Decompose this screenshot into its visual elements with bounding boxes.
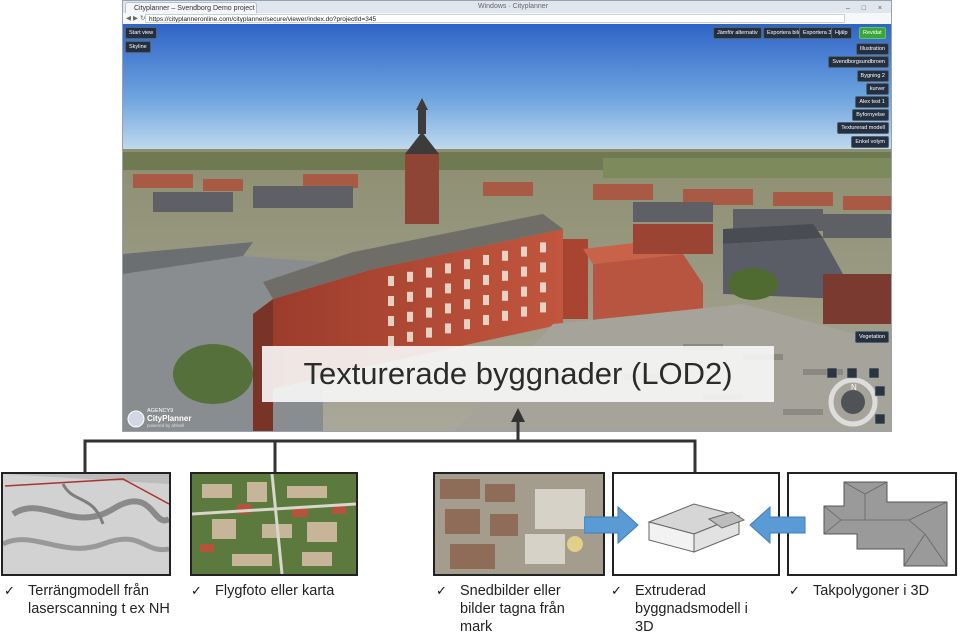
building-window — [464, 259, 470, 270]
checkmark-icon: ✓ — [789, 583, 800, 598]
building-window — [483, 255, 489, 265]
building-window — [426, 267, 432, 278]
building-window — [426, 327, 432, 338]
building-window — [521, 266, 527, 277]
help-button[interactable]: Hjälp — [831, 27, 852, 39]
caption-roof: ✓ Takpolygoner i 3D — [789, 583, 930, 599]
building-window — [407, 331, 413, 342]
building-window — [426, 307, 432, 318]
building-window — [540, 242, 546, 253]
building-window — [521, 306, 527, 317]
window-watermark: Windows · Cityplanner — [478, 3, 549, 10]
title-bar: Cityplanner – Svendborg Demo project - G… — [123, 1, 891, 13]
building-window — [388, 316, 394, 326]
building-window — [445, 263, 451, 274]
right-arrow-icon — [584, 505, 639, 545]
logo-product: CityPlanner — [147, 414, 192, 423]
aerial-photo-thumbnail — [190, 472, 358, 576]
checkmark-icon: ✓ — [611, 583, 622, 598]
building-window — [445, 303, 451, 314]
logo-sub: powered by ahlsell — [147, 423, 185, 428]
building-window — [483, 295, 489, 305]
building-window — [502, 290, 508, 301]
caption-aerial: ✓ Flygfoto eller karta — [191, 583, 335, 599]
svg-text:N: N — [851, 383, 857, 392]
roof-polygons-thumbnail — [787, 472, 957, 576]
layer-alex-test[interactable]: Alex test 1 — [855, 96, 889, 108]
vegetation-button[interactable]: Vegetation — [855, 331, 889, 343]
building-window — [521, 246, 527, 257]
building-window — [540, 262, 546, 273]
caption-box: Texturerade byggnader (LOD2) — [262, 346, 774, 402]
building-window — [388, 276, 394, 286]
building-window — [502, 270, 508, 281]
building-window — [426, 287, 432, 298]
caption-extruded: ✓ Extruderad byggnadsmodell i 3D — [611, 583, 748, 635]
building-window — [407, 291, 413, 302]
building-window — [445, 323, 451, 334]
caption-oblique: ✓ Snedbilder eller bilder tagna från mar… — [436, 583, 565, 635]
building-window — [502, 310, 508, 321]
agency9-logo: AGENCY9 CityPlanner powered by ahlsell — [127, 407, 197, 431]
oblique-photo-thumbnail — [433, 472, 605, 576]
browser-tab[interactable]: Cityplanner – Svendborg Demo project - G… — [125, 2, 257, 13]
building-window — [445, 283, 451, 294]
compare-alternatives-button[interactable]: Jämför alternativ — [713, 27, 762, 39]
layer-enkel-volym[interactable]: Enkel volym — [851, 136, 889, 148]
terrain-thumbnail — [1, 472, 171, 576]
building-window — [464, 319, 470, 330]
layer-kurver[interactable]: kurver — [865, 83, 889, 95]
revision-button[interactable]: Revidat — [859, 27, 886, 39]
layer-illustration[interactable]: Illustration — [855, 43, 889, 55]
checkmark-icon: ✓ — [436, 583, 447, 598]
building-window — [521, 286, 527, 297]
checkmark-icon: ✓ — [4, 583, 15, 598]
building-window — [464, 279, 470, 290]
layer-bygning-2[interactable]: Bygning 2 — [856, 70, 889, 82]
skyline-button[interactable]: Skyline — [125, 41, 151, 53]
caption-terrain: ✓ Terrängmodell från laserscanning t ex … — [4, 583, 170, 617]
building-window — [540, 302, 546, 313]
building-window — [388, 336, 394, 346]
building-window — [407, 311, 413, 322]
checkmark-icon: ✓ — [191, 583, 202, 598]
building-window — [483, 275, 489, 285]
building-window — [464, 299, 470, 310]
layer-byfornyelse[interactable]: Byfornyelse — [852, 109, 889, 121]
building-window — [407, 271, 413, 282]
building-window — [502, 250, 508, 261]
left-arrow-icon — [749, 505, 806, 545]
url-field[interactable]: https://cityplanneronline.com/cityplanne… — [145, 14, 845, 23]
building-window — [540, 282, 546, 293]
layer-texturerad-modell[interactable]: Texturerad modell — [837, 122, 889, 134]
globe-icon — [127, 410, 145, 428]
layer-svendborgsundbroen[interactable]: Svendborgsundbroen — [828, 56, 889, 68]
building-window — [483, 315, 489, 325]
building-window — [388, 296, 394, 306]
navigation-compass[interactable]: N — [823, 366, 889, 430]
caption-title: Texturerade byggnader (LOD2) — [303, 356, 733, 391]
start-view-button[interactable]: Start view — [125, 27, 158, 39]
